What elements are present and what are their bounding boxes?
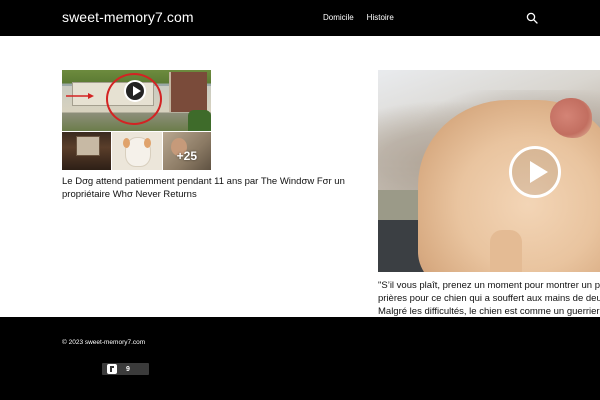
thumbnail-dog bbox=[112, 132, 162, 170]
share-counter-badge[interactable]: 9 bbox=[102, 363, 149, 375]
excerpt-line: "S’il vous plaît, prenez un moment pour … bbox=[378, 280, 600, 291]
bush-image bbox=[188, 110, 211, 131]
site-title-link[interactable]: sweet-memory7.com bbox=[62, 9, 194, 25]
site-footer: © 2023 sweet-memory7.com 9 bbox=[0, 317, 600, 400]
nav-item-histoire[interactable]: Histoire bbox=[367, 13, 394, 22]
site-header: sweet-memory7.com Domicile Histoire bbox=[0, 0, 600, 36]
thumbnail-interior bbox=[62, 132, 111, 170]
thumbnail-person-dog: +25 bbox=[163, 132, 211, 170]
post-video-thumbnail[interactable] bbox=[378, 70, 600, 272]
play-icon[interactable] bbox=[124, 80, 146, 102]
excerpt-line: Malgré les difficultés, le chien est com… bbox=[378, 306, 600, 317]
excerpt-line: prières pour ce chien qui a souffert aux… bbox=[378, 293, 600, 304]
post-title-link[interactable]: Le Dσg attend patiemment pendant 11 ans … bbox=[62, 175, 347, 201]
search-icon[interactable] bbox=[526, 11, 538, 24]
post-card: +25 Le Dσg attend patiemment pendant 11 … bbox=[62, 70, 347, 201]
share-icon bbox=[107, 364, 117, 374]
post-excerpt: "S’il vous plaît, prenez un moment pour … bbox=[378, 279, 600, 317]
main-nav: Domicile Histoire bbox=[323, 13, 394, 22]
nav-item-domicile[interactable]: Domicile bbox=[323, 13, 354, 22]
red-arrow-icon bbox=[66, 93, 94, 99]
share-count: 9 bbox=[126, 365, 130, 373]
door-image bbox=[169, 72, 207, 112]
play-icon[interactable] bbox=[509, 146, 561, 198]
copyright-text: © 2023 sweet-memory7.com bbox=[62, 339, 146, 346]
post-thumbnail-collage[interactable]: +25 bbox=[62, 70, 211, 170]
post-grid: +25 Le Dσg attend patiemment pendant 11 … bbox=[0, 36, 600, 317]
more-photos-count: +25 bbox=[176, 149, 197, 163]
post-card: "S’il vous plaît, prenez un moment pour … bbox=[378, 70, 600, 317]
